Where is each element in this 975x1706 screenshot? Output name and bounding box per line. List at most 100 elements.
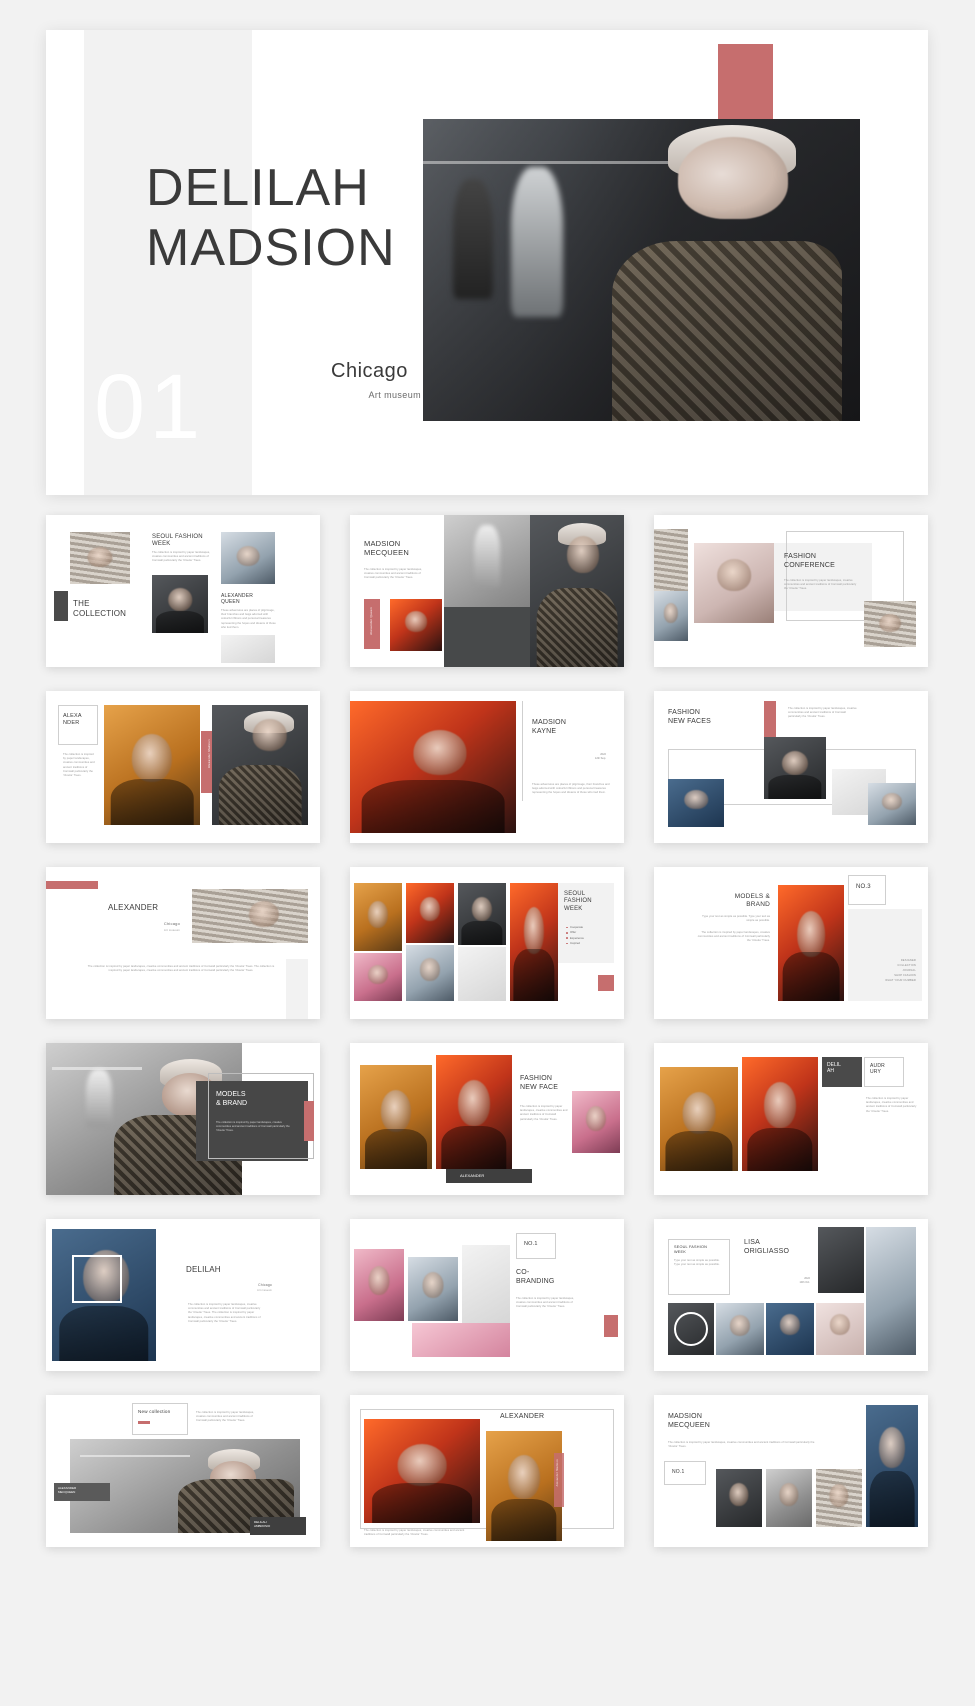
tag-left: ALEXANDER MECQUEEN	[54, 1483, 110, 1501]
slide-venue: Art museum	[164, 929, 180, 932]
dark-accent-block	[54, 591, 68, 621]
date-day: 12th Sep.	[594, 756, 606, 760]
slide-title: SEOUL FASHION WEEK	[564, 891, 592, 912]
slide-body: The collection is inspired by paper land…	[668, 1441, 815, 1449]
panel-title: SEOUL FASHION WEEK	[674, 1245, 708, 1254]
photo-circle-child	[668, 1303, 714, 1355]
hero-title: DELILAH MADSION	[146, 158, 396, 279]
photo-neon-portrait	[350, 701, 516, 833]
slide-body-2: These adventures are places of pilgrimag…	[221, 609, 276, 629]
slide-title: THE COLLECTION	[73, 599, 127, 618]
photo-beanie-man	[668, 779, 724, 827]
photo-curly-woman	[486, 1431, 562, 1541]
soft-block	[286, 959, 308, 1019]
photo-bearded-man	[866, 1405, 918, 1527]
slide-body: The collection is inspired by paper land…	[784, 579, 857, 591]
photo-neon-woman	[390, 599, 442, 651]
photo-column	[866, 1227, 916, 1355]
slide-badge: NO.1	[672, 1469, 685, 1475]
photo-man-mohawk	[458, 883, 506, 945]
photo-child	[572, 1091, 620, 1153]
slide-body: The collection is inspired by paper land…	[196, 1411, 255, 1423]
photo-sunglasses-kid	[408, 1257, 458, 1321]
slide-body: The collection is inspired by paper land…	[866, 1097, 917, 1113]
tag-right: DELILAH AMBROSIO	[250, 1517, 306, 1535]
slide-new-collection[interactable]: New collection The collection is inspire…	[46, 1395, 320, 1547]
photo-curly-woman	[360, 1065, 432, 1169]
photo-white-shirt-man	[221, 635, 275, 663]
slide-madsion-mecqueen-2[interactable]: MADSION MECQUEEN The collection is inspi…	[654, 1395, 928, 1547]
slide-lisa-origliasso[interactable]: SEOUL FASHION WEEK Type your text as sim…	[654, 1219, 928, 1371]
photo-man-mohawk	[152, 575, 208, 633]
photo-pink-band	[412, 1323, 510, 1357]
presentation-template-preview: DELILAH MADSION 01 Chicago Art museum TH…	[0, 0, 975, 1706]
slide-models-brand-no3[interactable]: MODELS & BRAND Type your text as simple …	[654, 867, 928, 1019]
panel-outline	[208, 1073, 314, 1159]
photo-neon-child	[406, 883, 454, 943]
slide-body: The collection is inspired by paper land…	[87, 965, 275, 973]
slide-body: Type your text as simple as possible. Ty…	[702, 915, 770, 923]
slide-title: LISA ORIGLIASSO	[744, 1239, 790, 1255]
photo-frame	[72, 1255, 122, 1303]
tag-left: DELIL AH	[822, 1057, 862, 1087]
badge-box	[664, 1461, 706, 1485]
hero-slide[interactable]: DELILAH MADSION 01 Chicago Art museum	[46, 30, 928, 495]
ribbon-label: Alexander Madsion	[207, 739, 211, 769]
photo-neon-woman	[742, 1057, 818, 1171]
slide-city: Chicago	[163, 921, 180, 926]
slide-body: The collection is inspired by paper land…	[520, 1105, 568, 1121]
photo-neon-woman	[364, 1419, 480, 1523]
slide-body-2: The collection is inspired by paper land…	[697, 931, 770, 943]
menu-item: WHAT YOUR NUMBER	[885, 978, 916, 982]
photo-sunglasses-kid	[406, 945, 454, 1001]
photo-interior	[818, 1227, 864, 1293]
slide-seoul-fashion-week[interactable]: SEOUL FASHION WEEK Cooperate Offer Exper…	[350, 867, 624, 1019]
slide-venue: Art museum	[257, 1289, 272, 1292]
photo-bw-1	[716, 1469, 762, 1527]
photo-woman-pattern	[530, 515, 624, 667]
tag-right: AUDR URY	[864, 1057, 904, 1087]
slide-delilah-audrury[interactable]: DELIL AH AUDR URY The collection is insp…	[654, 1043, 928, 1195]
slide-fashion-new-faces[interactable]: FASHION NEW FACES The collection is insp…	[654, 691, 928, 843]
photo-beanie-woman-2	[864, 601, 916, 647]
photo-white-shirt	[458, 947, 506, 1001]
ribbon-label: Alexander Queen	[369, 607, 373, 635]
badge-box	[132, 1403, 188, 1435]
slide-title: MADSION KAYNE	[532, 719, 567, 735]
panel-body: Type your text as simple as possible. Ty…	[674, 1259, 720, 1267]
slide-thumbnail-grid: THE COLLECTION SEOUL FASHION WEEK The co…	[46, 515, 928, 1547]
slide-co-branding[interactable]: NO.1 CO- BRANDING The collection is insp…	[350, 1219, 624, 1371]
photo-child-1	[354, 883, 402, 951]
accent-block	[604, 1315, 618, 1337]
slide-madsion-kayne[interactable]: MADSION KAYNE 2022 12th Sep. These adven…	[350, 691, 624, 843]
hero-slide-number: 01	[94, 356, 205, 458]
slide-badge: New collection	[138, 1409, 171, 1414]
photo-beanie-woman	[816, 1469, 862, 1527]
photo-sunglasses-man	[221, 532, 275, 584]
slide-alexander-chicago[interactable]: ALEXANDER Chicago Art museum The collect…	[46, 867, 320, 1019]
slide-body: The collection is inspired by paper land…	[152, 551, 211, 563]
menu-list: DESIGNER COLLECTION JOURNAL SHOP FASHION…	[854, 959, 916, 984]
accent-block	[764, 701, 776, 737]
slide-fashion-new-face[interactable]: FASHION NEW FACE The collection is inspi…	[350, 1043, 624, 1195]
hero-venue: Art museum	[368, 390, 421, 400]
slide-fashion-conference[interactable]: FASHION CONFERENCE The collection is ins…	[654, 515, 928, 667]
slide-madsion-mecqueen[interactable]: MADSION MECQUEEN The collection is inspi…	[350, 515, 624, 667]
tag-left-label: ALEXANDER MECQUEEN	[58, 1486, 77, 1494]
accent-bar	[304, 1101, 314, 1141]
slide-alexander-wide[interactable]: ALEXANDER The collection is inspired by …	[350, 1395, 624, 1547]
slide-city: Chicago	[258, 1283, 272, 1287]
slide-the-collection[interactable]: THE COLLECTION SEOUL FASHION WEEK The co…	[46, 515, 320, 667]
slide-models-brand[interactable]: MODELS & BRAND The collection is inspire…	[46, 1043, 320, 1195]
accent-ribbon: Alexander Queen	[364, 599, 380, 649]
photo-strip-left-2	[654, 591, 688, 641]
hero-city: Chicago	[331, 360, 408, 382]
slide-title: ALEXANDER	[108, 903, 159, 912]
date-day: 10th Oct.	[799, 1280, 810, 1284]
hero-accent-block	[718, 44, 773, 124]
slide-delilah-portrait[interactable]: DELILAH Chicago Art museum The collectio…	[46, 1219, 320, 1371]
caption-label: ALEXANDER	[460, 1173, 485, 1178]
slide-alexander-card[interactable]: ALEXA NDER The collection is inspired by…	[46, 691, 320, 843]
slide-body: The collection is inspired by paper land…	[216, 1121, 290, 1133]
slide-title: MODELS & BRAND	[216, 1091, 248, 1107]
